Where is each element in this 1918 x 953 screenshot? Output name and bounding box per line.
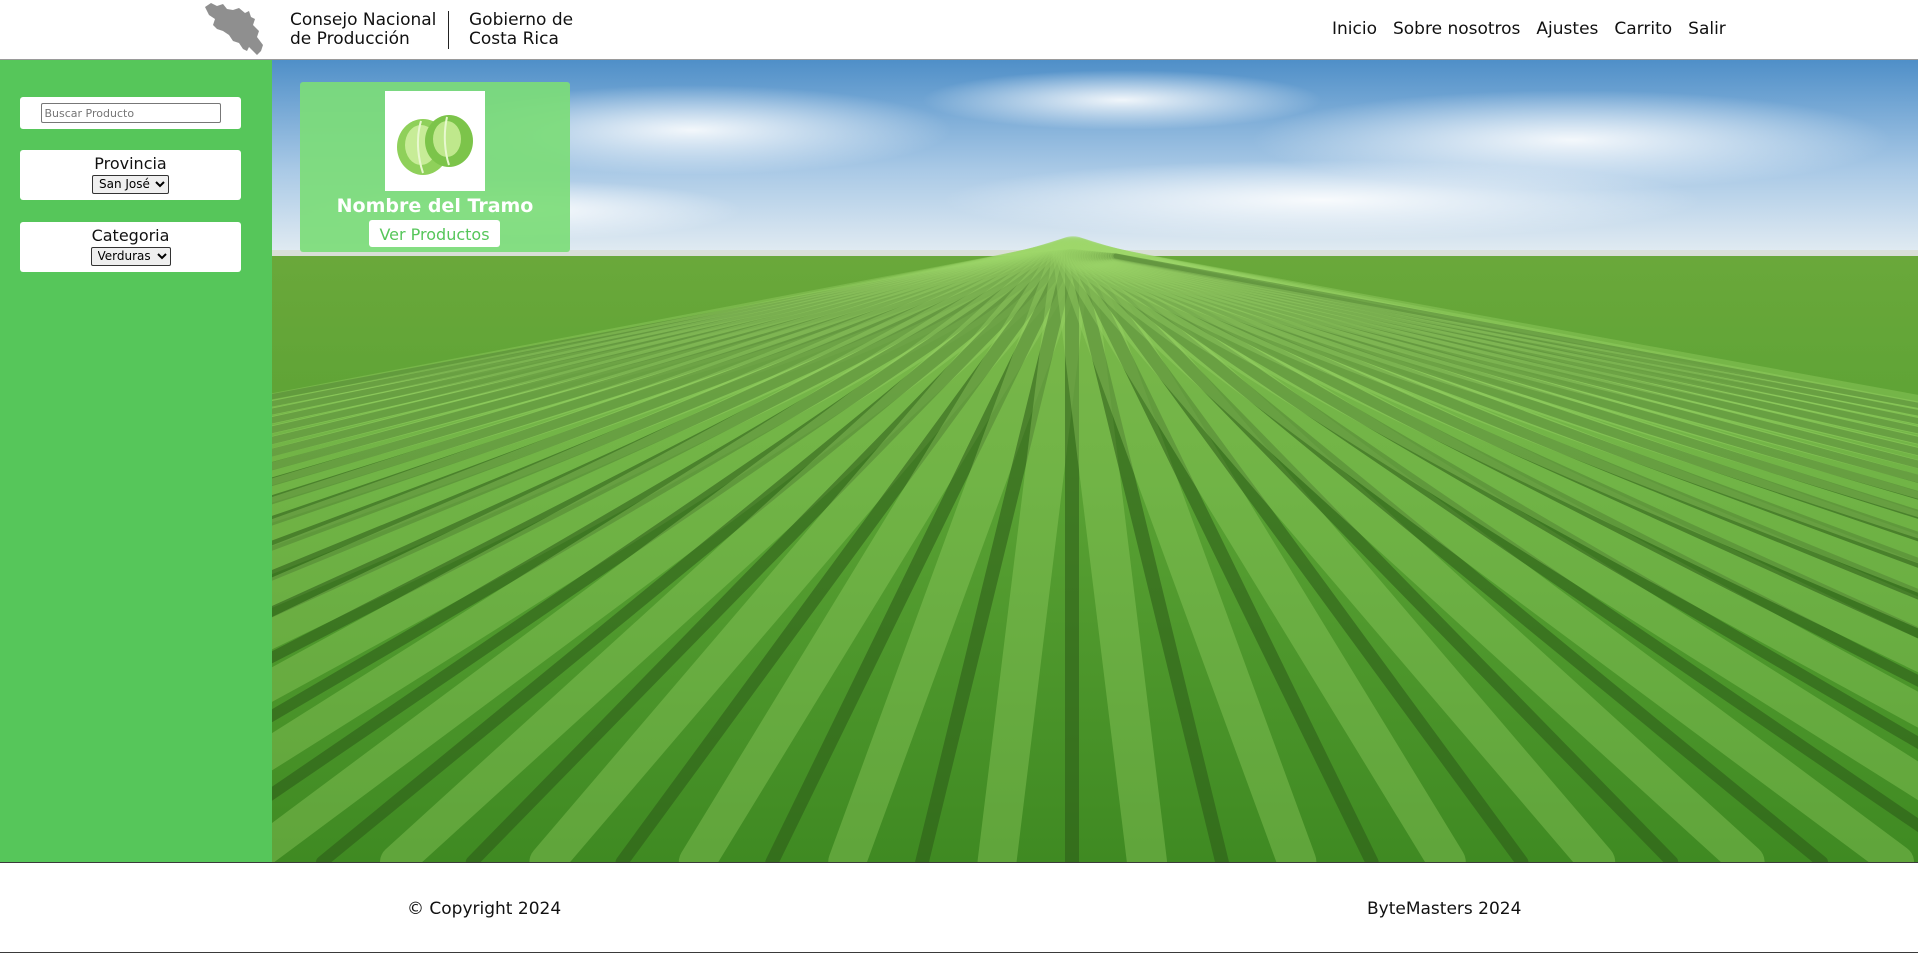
- search-input[interactable]: [40, 103, 221, 123]
- nav-settings-link[interactable]: Ajustes: [1536, 19, 1598, 39]
- filter-sidebar: Provincia San José Categoria Verduras: [0, 60, 272, 862]
- credits-text: ByteMasters 2024: [1367, 899, 1522, 919]
- page-footer: © Copyright 2024 ByteMasters 2024: [0, 862, 1918, 953]
- copyright-text: © Copyright 2024: [407, 899, 562, 919]
- header-divider: [448, 11, 449, 49]
- gov-name-line1: Gobierno de: [469, 10, 574, 30]
- nav-cart-link[interactable]: Carrito: [1614, 19, 1672, 39]
- section-card: Nombre del Tramo Ver Productos: [300, 82, 570, 252]
- view-products-button[interactable]: Ver Productos: [369, 220, 500, 247]
- costa-rica-map-logo-icon: [205, 3, 263, 55]
- province-label: Provincia: [94, 154, 167, 173]
- category-filter: Categoria Verduras: [20, 222, 241, 272]
- government-name: Gobierno de Costa Rica: [469, 11, 589, 49]
- organization-name: Consejo Nacional de Producción: [290, 11, 440, 49]
- category-select[interactable]: Verduras: [90, 246, 171, 266]
- lettuce-image: [385, 91, 485, 191]
- org-name-line2: de Producción: [290, 29, 410, 49]
- card-title: Nombre del Tramo: [336, 195, 534, 217]
- nav-home-link[interactable]: Inicio: [1332, 19, 1377, 39]
- province-filter: Provincia San José: [20, 150, 241, 200]
- lettuce-icon: [397, 115, 473, 175]
- main-nav: Inicio Sobre nosotros Ajustes Carrito Sa…: [1332, 19, 1726, 39]
- province-select[interactable]: San José: [92, 174, 169, 194]
- org-name-line1: Consejo Nacional: [290, 10, 437, 30]
- search-box: [20, 97, 241, 129]
- nav-about-link[interactable]: Sobre nosotros: [1393, 19, 1520, 39]
- category-label: Categoria: [91, 226, 170, 245]
- top-header: Consejo Nacional de Producción Gobierno …: [0, 0, 1918, 60]
- nav-logout-link[interactable]: Salir: [1688, 19, 1726, 39]
- gov-name-line2: Costa Rica: [469, 29, 559, 49]
